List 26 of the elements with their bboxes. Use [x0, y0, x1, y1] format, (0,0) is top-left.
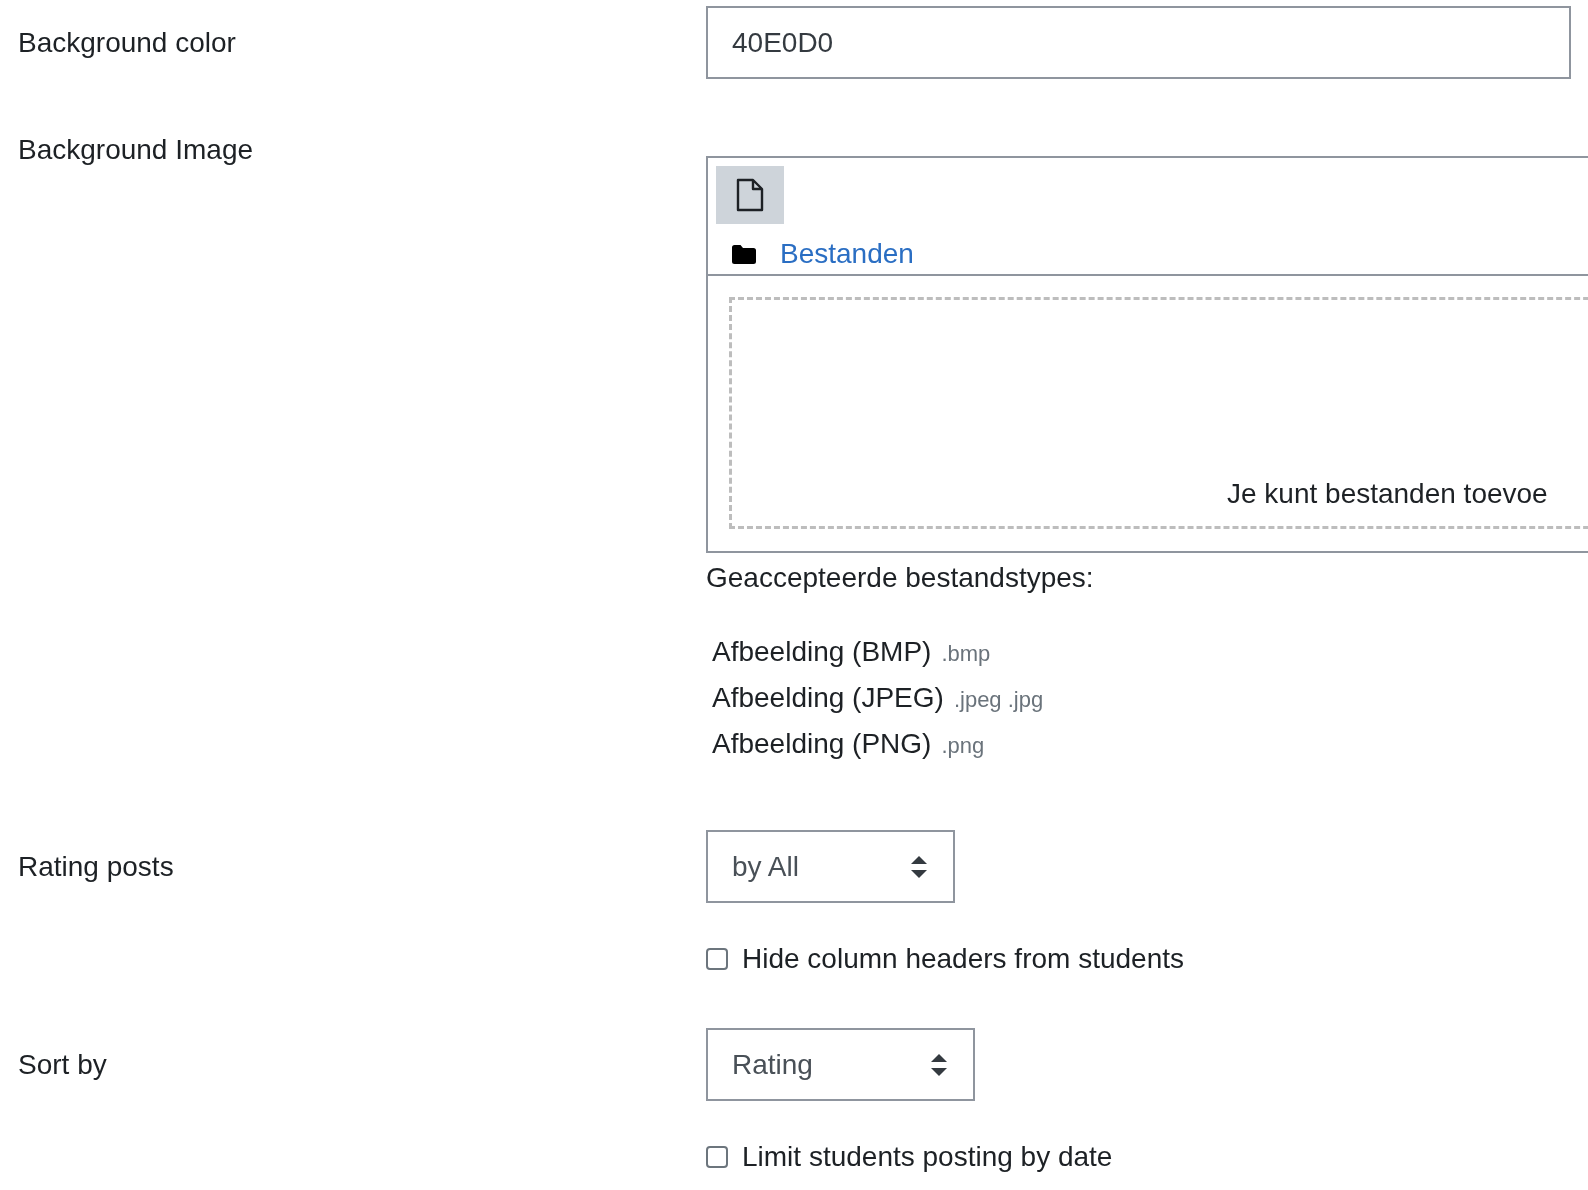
- checkbox-label[interactable]: Limit students posting by date: [742, 1136, 1113, 1178]
- file-type-name: Afbeelding (PNG): [712, 727, 932, 761]
- sort-arrows-icon: [931, 1053, 947, 1076]
- add-file-button[interactable]: [716, 166, 784, 224]
- field-label: Rating posts: [18, 850, 174, 884]
- drop-zone[interactable]: Je kunt bestanden toevoe: [729, 297, 1588, 529]
- field-label: Background Image: [18, 133, 254, 167]
- file-extension: .bmp: [941, 640, 991, 668]
- file-extension: .jpeg .jpg: [953, 686, 1044, 714]
- field-label: Background color: [18, 26, 236, 60]
- folder-link[interactable]: Bestanden: [780, 238, 914, 270]
- drop-hint: Je kunt bestanden toevoe: [1227, 477, 1548, 511]
- sort-arrows-icon: [911, 855, 927, 878]
- checkbox[interactable]: [706, 948, 728, 970]
- file-extension: .png: [941, 732, 985, 760]
- select-dropdown[interactable]: Rating: [706, 1028, 975, 1101]
- file-type-name: Afbeelding (JPEG): [712, 681, 944, 715]
- select-dropdown[interactable]: by All: [706, 830, 955, 903]
- accepted-types-title: Geaccepteerde bestandstypes:: [706, 561, 1095, 595]
- checkbox[interactable]: [706, 1146, 728, 1168]
- folder-icon: [732, 244, 756, 264]
- color-input[interactable]: 40E0D0: [706, 6, 1571, 79]
- file-icon: [735, 178, 765, 212]
- field-label: Sort by: [18, 1048, 107, 1082]
- checkbox-label[interactable]: Hide column headers from students: [742, 938, 1184, 980]
- file-type-name: Afbeelding (BMP): [712, 635, 932, 669]
